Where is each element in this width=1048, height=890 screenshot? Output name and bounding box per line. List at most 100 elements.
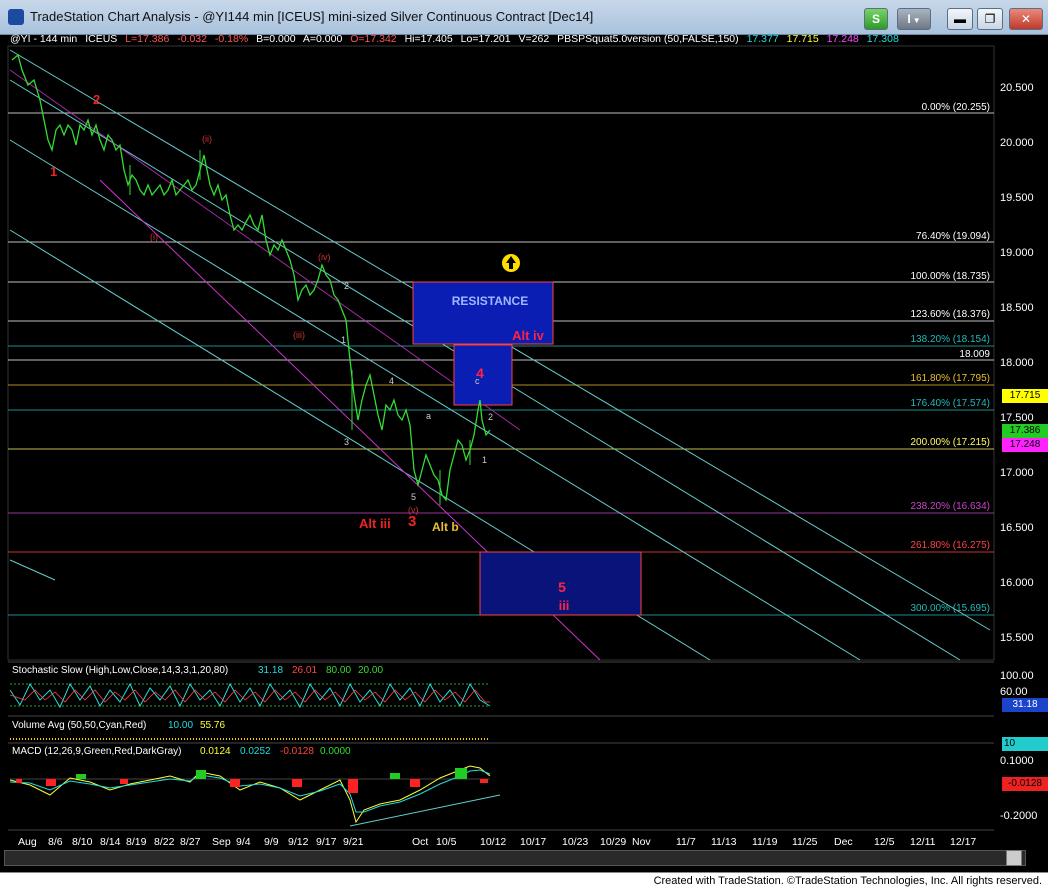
fib-label-4: 138.20% (18.154) <box>910 334 990 345</box>
time-tick: 11/7 <box>676 836 696 848</box>
wave-4-white: 4 <box>389 376 394 386</box>
chevron-down-icon: ▼ <box>912 16 921 25</box>
price-tick: 17.000 <box>1000 467 1034 479</box>
time-tick: 8/19 <box>126 836 147 848</box>
fib-label-6: 176.40% (17.574) <box>910 398 990 409</box>
status-footer: Created with TradeStation. ©TradeStation… <box>0 872 1048 890</box>
price-tick: 16.500 <box>1000 522 1034 534</box>
price-box-yellow: 17.715 <box>1002 389 1048 403</box>
window-title: TradeStation Chart Analysis - @YI144 min… <box>30 9 594 24</box>
macd-value-1: 0.0124 <box>200 746 231 757</box>
price-tick: 20.500 <box>1000 82 1034 94</box>
time-tick: 11/25 <box>792 836 818 848</box>
volume-value-box: 10 <box>1002 737 1048 751</box>
stoch-value-box: 31.18 <box>1002 698 1048 712</box>
scroll-right-button[interactable] <box>1006 850 1022 866</box>
price-tick: 16.000 <box>1000 577 1034 589</box>
time-tick: 9/4 <box>236 836 251 848</box>
time-tick: 9/17 <box>316 836 337 848</box>
time-axis: Aug 8/6 8/10 8/14 8/19 8/22 8/27 Sep 9/4… <box>18 836 976 848</box>
time-tick: 10/29 <box>600 836 626 848</box>
time-tick: 12/17 <box>950 836 976 848</box>
wave-iii-small: (iii) <box>293 330 305 340</box>
price-axis: 20.500 20.000 19.500 19.000 18.500 18.00… <box>1000 82 1034 644</box>
wave-c-white: c <box>475 376 480 386</box>
macd-label: MACD (12,26,9,Green,Red,DarkGray) <box>12 746 182 757</box>
minimize-button[interactable]: ▬ <box>947 8 973 30</box>
time-tick: 11/13 <box>711 836 737 848</box>
wave-5-label: 5 <box>558 579 566 595</box>
stochastic-pane: Stochastic Slow (High,Low,Close,14,3,3,1… <box>9 665 1034 709</box>
wave-3-red: 3 <box>408 513 416 530</box>
maximize-button[interactable]: ❐ <box>977 8 1003 30</box>
wave-2-white-late: 2 <box>488 412 493 422</box>
price-tick: 15.500 <box>1000 632 1034 644</box>
wave-a-white: a <box>426 411 431 421</box>
minimize-icon: ▬ <box>954 12 966 26</box>
time-tick: Sep <box>212 836 231 848</box>
fib-label-7: 200.00% (17.215) <box>910 437 990 448</box>
price-tick: 19.500 <box>1000 192 1034 204</box>
stoch-axis-60: 60.00 <box>1000 686 1028 698</box>
wave-iv-small: (iv) <box>318 252 331 262</box>
volume-value-1: 10.00 <box>168 720 193 731</box>
volume-value-2: 55.76 <box>200 720 225 731</box>
price-tick: 20.000 <box>1000 137 1034 149</box>
volume-pane: Volume Avg (50,50,Cyan,Red) 10.00 55.76 <box>10 720 490 740</box>
level-18009-label: 18.009 <box>959 349 990 360</box>
close-button[interactable]: ✕ <box>1009 8 1043 30</box>
wave-i: (i) <box>150 232 158 242</box>
time-tick: 10/23 <box>562 836 588 848</box>
macd-axis-top: 0.1000 <box>1000 755 1034 767</box>
fib-label-0: 0.00% (20.255) <box>922 102 990 113</box>
fib-label-8: 238.20% (16.634) <box>910 501 990 512</box>
time-tick: 9/12 <box>288 836 309 848</box>
wave-2-red: 2 <box>93 92 100 107</box>
up-arrow-icon <box>502 254 520 272</box>
macd-value-3: -0.0128 <box>280 746 314 757</box>
macd-axis-bottom: -0.2000 <box>1000 810 1037 822</box>
macd-value-4: 0.0000 <box>320 746 351 757</box>
fib-label-1: 76.40% (19.094) <box>916 231 990 242</box>
title-bar: TradeStation Chart Analysis - @YI144 min… <box>0 0 1048 35</box>
stoch-value-3: 80.00 <box>326 665 351 676</box>
macd-pane: MACD (12,26,9,Green,Red,DarkGray) 0.0124… <box>9 746 1037 827</box>
time-tick: 10/5 <box>436 836 457 848</box>
stoch-value-4: 20.00 <box>358 665 383 676</box>
volume-label: Volume Avg (50,50,Cyan,Red) <box>12 720 146 731</box>
time-tick: 8/10 <box>72 836 93 848</box>
time-tick: Oct <box>412 836 428 848</box>
alt-iii-label: Alt iii <box>359 516 391 531</box>
s-button[interactable]: S <box>864 8 888 30</box>
stoch-value-2: 26.01 <box>292 665 317 676</box>
time-tick: 8/22 <box>154 836 175 848</box>
wave-3-white: 3 <box>344 437 349 447</box>
stoch-value-1: 31.18 <box>258 665 283 676</box>
time-tick: 12/11 <box>910 836 936 848</box>
time-scrollbar[interactable] <box>4 850 1026 866</box>
tradestation-app-icon <box>8 9 24 25</box>
wave-1-white: 1 <box>341 335 346 345</box>
price-chart[interactable]: 0.00% (20.255) 76.40% (19.094) 100.00% (… <box>0 34 1048 872</box>
stoch-axis-100: 100.00 <box>1000 670 1034 682</box>
price-tick: 18.500 <box>1000 302 1034 314</box>
time-tick: 11/19 <box>752 836 778 848</box>
time-tick: 10/12 <box>480 836 506 848</box>
wave-1-white-late: 1 <box>482 455 487 465</box>
macd-value-box: -0.0128 <box>1002 777 1048 791</box>
close-icon: ✕ <box>1020 12 1032 26</box>
time-tick: 9/21 <box>343 836 364 848</box>
resistance-label: RESISTANCE <box>452 294 528 308</box>
time-tick: 10/17 <box>520 836 546 848</box>
fib-label-10: 300.00% (15.695) <box>910 603 990 614</box>
stochastic-label: Stochastic Slow (High,Low,Close,14,3,3,1… <box>12 665 228 676</box>
wave-1-red: 1 <box>50 164 57 179</box>
i-menu-button[interactable]: I ▼ <box>897 8 931 30</box>
time-tick: 8/6 <box>48 836 63 848</box>
macd-value-2: 0.0252 <box>240 746 271 757</box>
time-tick: Dec <box>834 836 853 848</box>
alt-b-label: Alt b <box>432 520 459 534</box>
time-tick: 8/14 <box>100 836 121 848</box>
wave-iii-label: iii <box>559 598 570 613</box>
fib-label-3: 123.60% (18.376) <box>910 309 990 320</box>
